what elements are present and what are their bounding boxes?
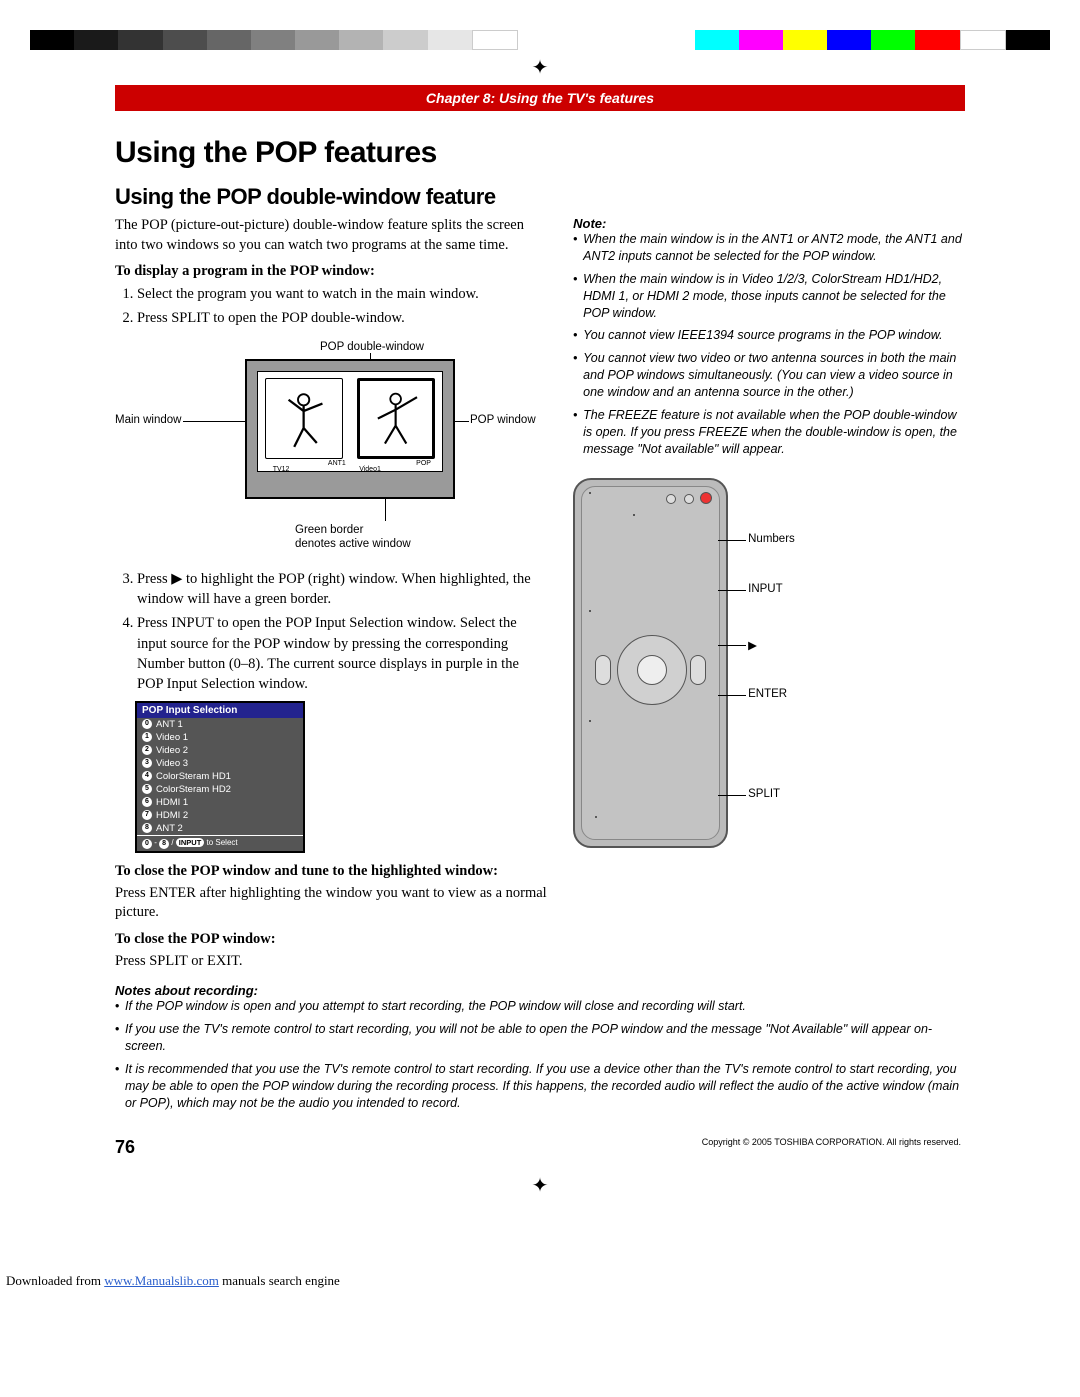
main-window-pane — [265, 378, 342, 459]
input-sel-row: 2Video 2 — [137, 744, 303, 757]
note-item: You cannot view IEEE1394 source programs… — [573, 327, 965, 344]
diagram-video1: Video1 — [359, 466, 381, 473]
pop-diagram: POP double-window Main window POP window… — [115, 339, 548, 559]
note-heading: Note: — [573, 216, 965, 231]
diagram-label-border-2: denotes active window — [295, 538, 411, 550]
manual-page: ✦ Chapter 8: Using the TV's features Usi… — [0, 0, 1080, 1295]
subhead-close: To close the POP window: — [115, 931, 548, 948]
registration-mark-top: ✦ — [0, 50, 1080, 85]
step-4: Press INPUT to open the POP Input Select… — [137, 613, 548, 694]
step-2: Press SPLIT to open the POP double-windo… — [137, 308, 548, 328]
input-sel-row: 6HDMI 1 — [137, 796, 303, 809]
pop-input-selection-box: POP Input Selection 0ANT 11Video 12Video… — [135, 701, 305, 853]
input-sel-row: 4ColorSteram HD1 — [137, 770, 303, 783]
chapter-banner: Chapter 8: Using the TV's features — [115, 85, 965, 111]
steps-list-a: Select the program you want to watch in … — [137, 284, 548, 329]
diagram-pop: POP — [416, 460, 431, 467]
note-list: When the main window is in the ANT1 or A… — [573, 231, 965, 458]
subhead-close-tune: To close the POP window and tune to the … — [115, 863, 548, 880]
notes-recording-list: If the POP window is open and you attemp… — [115, 998, 965, 1111]
copyright-text: Copyright © 2005 TOSHIBA CORPORATION. Al… — [135, 1137, 965, 1147]
diagram-ant1: ANT1 — [328, 460, 346, 467]
note-item: You cannot view two video or two antenna… — [573, 350, 965, 401]
manualslib-link[interactable]: www.Manualslib.com — [104, 1273, 219, 1288]
input-sel-footer: 0 - 8 / INPUT to Select — [137, 835, 303, 851]
note-item: When the main window is in Video 1/2/3, … — [573, 271, 965, 322]
note-item: When the main window is in the ANT1 or A… — [573, 231, 965, 265]
input-sel-row: 5ColorSteram HD2 — [137, 783, 303, 796]
foot-num-b: 8 — [159, 839, 169, 849]
steps-list-b: Press ▶ to highlight the POP (right) win… — [137, 569, 548, 695]
tv-screen: ANT1 TV12 POP Video1 — [257, 371, 443, 472]
foot-num-a: 0 — [142, 839, 152, 849]
input-sel-row: 0ANT 1 — [137, 718, 303, 731]
page-title: Using the POP features — [115, 136, 965, 170]
print-registration-bar — [30, 30, 1050, 50]
foot-input: INPUT — [176, 838, 205, 847]
close-text: Press SPLIT or EXIT. — [115, 952, 548, 972]
page-number: 76 — [115, 1137, 135, 1158]
label-numbers: Numbers — [748, 533, 795, 545]
right-column: Note: When the main window is in the ANT… — [573, 216, 965, 979]
notes-recording-heading: Notes about recording: — [115, 983, 965, 998]
diagram-label-main: Main window — [115, 414, 181, 426]
close-tune-text: Press ENTER after highlighting the windo… — [115, 884, 548, 923]
label-split: SPLIT — [748, 788, 780, 800]
note-rec-item: If you use the TV's remote control to st… — [115, 1021, 965, 1055]
step-3: Press ▶ to highlight the POP (right) win… — [137, 569, 548, 610]
subhead-display: To display a program in the POP window: — [115, 263, 548, 280]
footer-post: manuals search engine — [219, 1273, 340, 1288]
footer-pre: Downloaded from — [6, 1273, 104, 1288]
pop-window-pane — [357, 378, 434, 459]
download-footer: Downloaded from www.Manualslib.com manua… — [0, 1203, 1080, 1295]
diagram-label-top: POP double-window — [320, 341, 424, 353]
input-sel-title: POP Input Selection — [137, 703, 303, 718]
note-rec-item: It is recommended that you use the TV's … — [115, 1061, 965, 1112]
input-sel-row: 3Video 3 — [137, 757, 303, 770]
input-sel-row: 1Video 1 — [137, 731, 303, 744]
label-enter: ENTER — [748, 688, 787, 700]
remote-control — [573, 478, 728, 848]
input-sel-row: 8ANT 2 — [137, 822, 303, 835]
intro-text: The POP (picture-out-picture) double-win… — [115, 216, 548, 255]
diagram-label-border-1: Green border — [295, 524, 363, 536]
remote-diagram: Numbers INPUT ▶ ENTER SPLIT — [573, 478, 965, 848]
section-title: Using the POP double-window feature — [115, 184, 965, 210]
step-1: Select the program you want to watch in … — [137, 284, 548, 304]
label-input: INPUT — [748, 583, 783, 595]
note-item: The FREEZE feature is not available when… — [573, 407, 965, 458]
remote-label-column: Numbers INPUT ▶ ENTER SPLIT — [736, 478, 816, 848]
diagram-label-pop: POP window — [470, 414, 536, 426]
note-rec-item: If the POP window is open and you attemp… — [115, 998, 965, 1015]
left-column: The POP (picture-out-picture) double-win… — [115, 216, 548, 979]
diagram-label-border: Green border denotes active window — [295, 524, 411, 552]
label-right: ▶ — [748, 638, 757, 652]
input-sel-row: 7HDMI 2 — [137, 809, 303, 822]
registration-mark-bottom: ✦ — [0, 1168, 1080, 1203]
tv-frame: ANT1 TV12 POP Video1 — [245, 359, 455, 499]
diagram-tv12: TV12 — [273, 466, 290, 473]
page-footer-row: 76 Copyright © 2005 TOSHIBA CORPORATION.… — [115, 1117, 965, 1168]
